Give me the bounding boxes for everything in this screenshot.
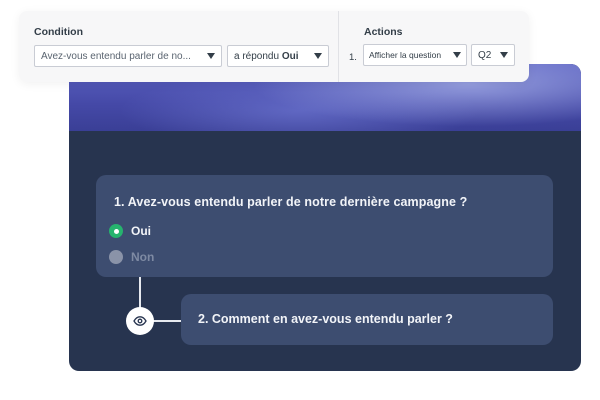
radio-unselected-icon[interactable] xyxy=(109,250,123,264)
condition-question-select[interactable]: Avez-vous entendu parler de no... xyxy=(34,45,222,67)
question-2-block: 2. Comment en avez-vous entendu parler ? xyxy=(181,294,553,345)
caret-down-icon xyxy=(207,53,215,59)
action-type-select[interactable]: Afficher la question xyxy=(363,44,467,66)
action-target-value: Q2 xyxy=(478,49,492,61)
option-non-label: Non xyxy=(131,250,155,264)
actions-label: Actions xyxy=(364,26,403,38)
logic-connector-line-horizontal xyxy=(153,320,181,322)
radio-selected-icon[interactable] xyxy=(109,224,123,238)
logic-rule-panel: Condition Avez-vous entendu parler de no… xyxy=(19,11,529,82)
action-type-value: Afficher la question xyxy=(369,50,442,60)
caret-down-icon xyxy=(453,52,461,58)
survey-preview-card: 1. Avez-vous entendu parler de notre der… xyxy=(69,64,581,371)
condition-answer-prefix: a répondu xyxy=(234,50,280,62)
condition-answer-select[interactable]: a répondu Oui xyxy=(227,45,329,67)
action-row-number: 1. xyxy=(349,52,357,63)
caret-down-icon xyxy=(314,53,322,59)
panel-divider xyxy=(338,11,339,82)
option-non[interactable]: Non xyxy=(109,250,154,264)
question-2-title: 2. Comment en avez-vous entendu parler ? xyxy=(198,312,453,326)
logic-connector-line xyxy=(139,277,141,311)
condition-question-value: Avez-vous entendu parler de no... xyxy=(41,50,191,62)
condition-answer-value: a répondu Oui xyxy=(234,51,308,62)
show-logic-button[interactable] xyxy=(126,307,154,335)
option-oui-label: Oui xyxy=(131,224,151,238)
condition-answer-bold: Oui xyxy=(281,50,299,62)
option-oui[interactable]: Oui xyxy=(109,224,151,238)
question-1-title: 1. Avez-vous entendu parler de notre der… xyxy=(114,195,468,209)
caret-down-icon xyxy=(500,52,508,58)
condition-label: Condition xyxy=(34,26,83,38)
question-1-block: 1. Avez-vous entendu parler de notre der… xyxy=(96,175,553,277)
eye-icon xyxy=(133,316,147,326)
action-target-select[interactable]: Q2 xyxy=(471,44,515,66)
